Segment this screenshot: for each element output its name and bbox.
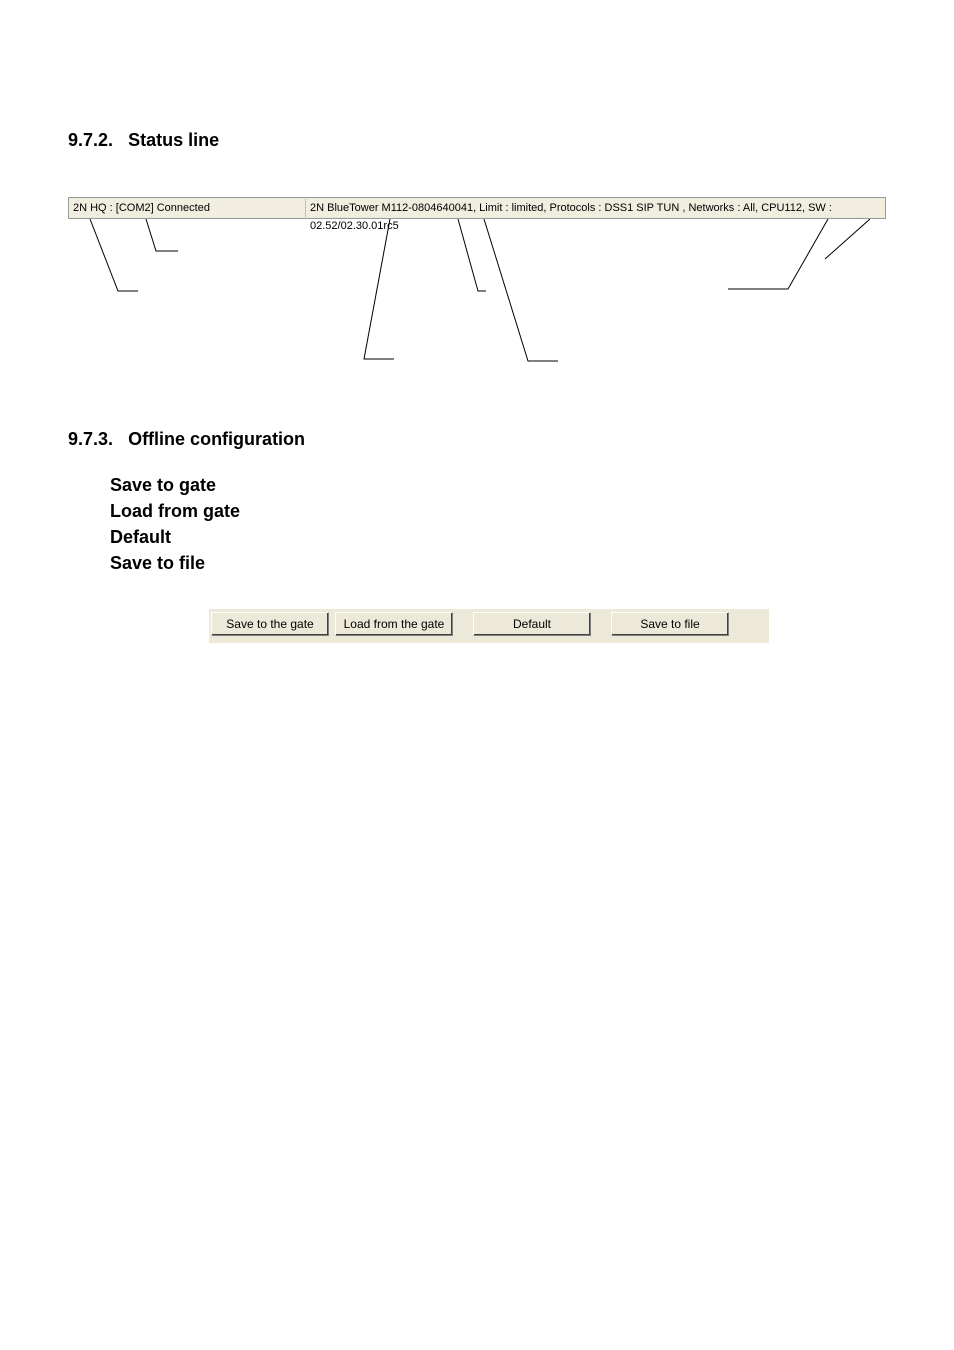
option-default: Default <box>110 524 886 550</box>
status-left-cell: 2N HQ : [COM2] Connected <box>69 199 306 217</box>
section-heading-status-line: 9.7.2. Status line <box>68 130 886 151</box>
section-number: 9.7.3. <box>68 429 113 449</box>
section-number: 9.7.2. <box>68 130 113 150</box>
load-from-gate-button[interactable]: Load from the gate <box>335 612 453 636</box>
options-list: Save to gate Load from gate Default Save… <box>110 472 886 576</box>
option-save-to-file: Save to file <box>110 550 886 576</box>
status-bar: 2N HQ : [COM2] Connected 2N BlueTower M1… <box>68 197 886 219</box>
section-title: Offline configuration <box>128 429 305 449</box>
callout-lines <box>68 219 886 379</box>
default-button[interactable]: Default <box>473 612 591 636</box>
toolbar-separator <box>453 612 473 642</box>
section-heading-offline-config: 9.7.3. Offline configuration <box>68 429 886 450</box>
button-toolbar: Save to the gate Load from the gate Defa… <box>208 608 769 643</box>
toolbar-separator <box>591 612 611 642</box>
status-connection-text: 2N HQ : [COM2] Connected <box>73 202 210 214</box>
save-to-gate-button[interactable]: Save to the gate <box>211 612 329 636</box>
option-save-to-gate: Save to gate <box>110 472 886 498</box>
save-to-file-button[interactable]: Save to file <box>611 612 729 636</box>
section-title: Status line <box>128 130 219 150</box>
callout-svg <box>68 219 888 379</box>
status-right-cell: 2N BlueTower M112-0804640041, Limit : li… <box>306 199 885 217</box>
option-load-from-gate: Load from gate <box>110 498 886 524</box>
